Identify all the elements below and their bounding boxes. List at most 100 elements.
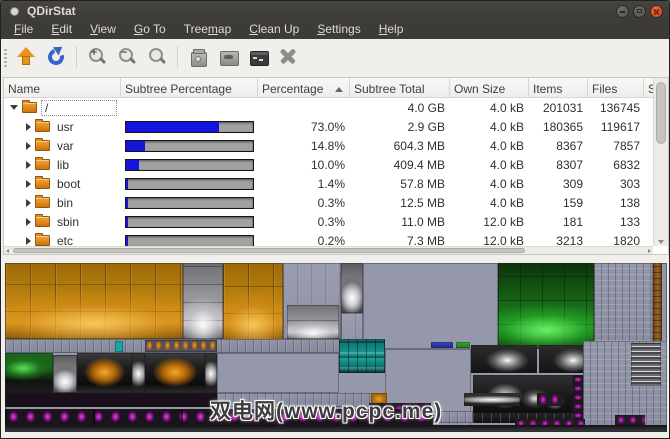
treemap-tile-dark-white[interactable] [464,393,520,406]
collapse-arrow-icon[interactable] [10,105,18,110]
treemap-tile-brown[interactable] [653,263,662,345]
vertical-scrollbar[interactable] [653,78,668,246]
percentage-value [258,98,350,117]
menu-settings[interactable]: Settings [308,21,369,39]
column-header-name[interactable]: Name [4,78,121,97]
minimize-button[interactable] [616,4,629,18]
column-header-label: Percentage [262,82,324,96]
toolbar-drag-handle[interactable] [4,47,7,67]
expand-arrow-icon[interactable] [26,122,31,131]
table-row[interactable]: var 14.8% 604.3 MB 4.0 kB 8367 7857 [4,136,668,155]
toolbar-separator [177,46,178,68]
menu-go-to[interactable]: Go To [125,21,175,39]
treemap-tile-silverglow-sm[interactable] [53,355,77,393]
directory-name: boot [57,176,81,191]
treemap-tile-dark-orange[interactable] [145,353,205,393]
horizontal-scrollbar-thumb[interactable] [13,248,525,253]
treemap-tile-teal-tiles[interactable] [339,339,385,373]
zoom-out-button[interactable]: − [114,44,140,70]
scroll-left-arrow-icon[interactable] [6,249,9,253]
treemap-tile-magenta-chips[interactable] [537,393,563,406]
percent-bar [125,177,254,190]
treemap-tile-tiles-dense[interactable] [594,263,653,347]
move-to-trash-button[interactable] [185,44,211,70]
expand-arrow-icon[interactable] [26,141,31,150]
files-count: 136745 [599,100,640,115]
delete-button[interactable] [275,44,301,70]
scroll-down-arrow-icon[interactable] [658,240,664,244]
treemap-tile-tiles[interactable] [363,263,498,349]
menu-edit[interactable]: Edit [42,21,81,39]
vertical-scrollbar-thumb[interactable] [656,82,666,144]
expand-arrow-icon[interactable] [26,160,31,169]
title-bar[interactable]: QDirStat [1,1,669,21]
percent-bar [125,158,254,171]
menu-help[interactable]: Help [370,21,413,39]
treemap-tile-orange-dots[interactable] [145,340,217,352]
treemap-tile-dark-white-big[interactable] [471,345,537,373]
column-header-own-size[interactable]: Own Size [450,78,529,97]
treemap-tile-blue-chip[interactable] [431,342,453,348]
column-header-percentage[interactable]: Percentage [258,78,350,97]
column-header-subtree-total[interactable]: Subtree Total [350,78,450,97]
horizontal-scrollbar[interactable] [4,246,653,254]
menu-treemap[interactable]: Treemap [175,21,241,39]
treemap-tile-orange[interactable] [223,263,283,341]
maximize-button[interactable] [633,4,646,18]
treemap-tile-magenta-row[interactable] [5,393,217,407]
treemap-tile-tiles[interactable] [217,353,339,393]
refresh-button[interactable] [43,44,69,70]
table-row[interactable]: boot 1.4% 57.8 MB 4.0 kB 309 303 [4,174,668,193]
treemap-tile-orange[interactable] [5,263,183,339]
terminal-button[interactable] [245,44,271,70]
items-count: 180365 [542,119,583,134]
treemap-tile-silver[interactable] [287,305,339,339]
own-size-value: 4.0 kB [489,138,524,153]
treemap-tile-gray-vstrips[interactable] [631,343,661,387]
table-row[interactable]: lib 10.0% 409.4 MB 4.0 kB 8307 6832 [4,155,668,174]
table-row[interactable]: usr 73.0% 2.9 GB 4.0 kB 180365 119617 [4,117,668,136]
treemap-tile-dark-white[interactable] [132,353,145,393]
treemap-tile-green[interactable] [498,263,594,349]
items-count: 201031 [542,100,583,115]
column-header-subtree-percentage[interactable]: Subtree Percentage [121,78,258,97]
watermark-text: 双电网(www.pcpc.me) [210,400,443,423]
treemap-tile-dark-white[interactable] [205,353,217,393]
expand-arrow-icon[interactable] [26,217,31,226]
treemap-view[interactable]: 双电网(www.pcpc.me) [5,263,667,432]
subtree-total-value: 604.3 MB [393,138,445,153]
treemap-tile-magenta-dots-v[interactable] [573,375,583,421]
go-up-icon [15,46,37,68]
expand-arrow-icon[interactable] [26,198,31,207]
files-count: 133 [619,214,640,229]
go-up-button[interactable] [13,44,39,70]
splitter[interactable] [1,255,669,263]
toolbar: + − [1,39,669,75]
menu-view[interactable]: View [81,21,125,39]
treemap-tile-silverglow[interactable] [341,263,363,313]
treemap-tile-silver[interactable] [183,263,223,339]
column-header-files[interactable]: Files [588,78,644,97]
own-size-value: 4.0 kB [489,100,524,115]
archive-button[interactable] [215,44,241,70]
table-row[interactable]: / 4.0 GB 4.0 kB 201031 136745 [4,98,668,117]
treemap-tile-teal[interactable] [115,341,123,352]
directory-name: lib [57,157,70,172]
close-button[interactable] [650,4,663,18]
treemap-tile-dark-strip[interactable] [5,425,667,432]
treemap-tile-green-dark[interactable] [5,353,53,393]
treemap-tile-green-chip[interactable] [456,342,470,348]
zoom-in-button[interactable]: + [84,44,110,70]
table-row[interactable]: bin 0.3% 12.5 MB 4.0 kB 159 138 [4,193,668,212]
expand-arrow-icon[interactable] [26,236,31,245]
zoom-reset-button[interactable] [144,44,170,70]
column-header-items[interactable]: Items [529,78,588,97]
table-row[interactable]: sbin 0.3% 11.0 MB 12.0 kB 181 133 [4,212,668,231]
percentage-value: 14.8% [310,138,345,153]
expand-arrow-icon[interactable] [26,179,31,188]
treemap-tile-magenta-chips[interactable] [615,415,645,425]
scroll-right-arrow-icon[interactable] [648,249,651,253]
menu-clean-up[interactable]: Clean Up [240,21,308,39]
treemap-tile-dark-orange[interactable] [77,353,132,393]
menu-file[interactable]: File [5,21,42,39]
